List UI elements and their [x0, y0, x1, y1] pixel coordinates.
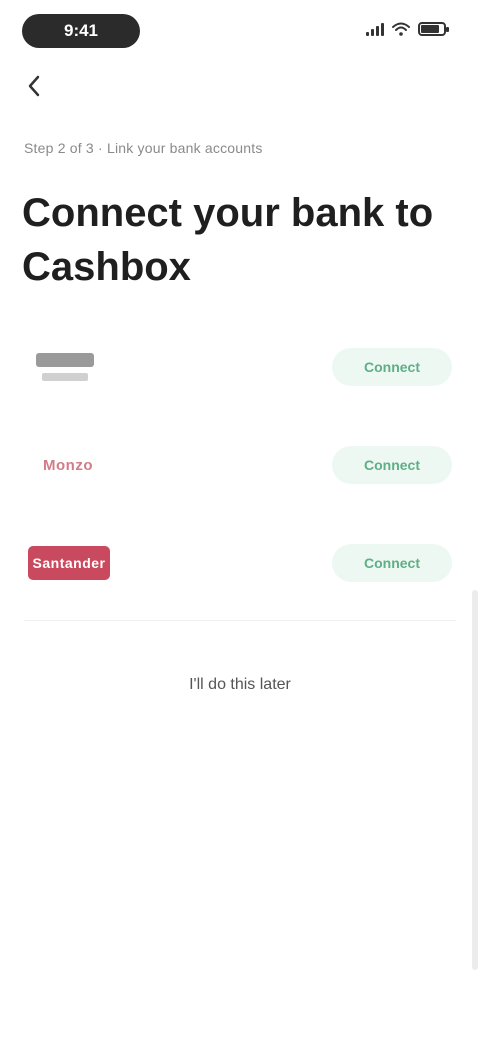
bank-logo-barclays [28, 343, 102, 391]
battery-icon [418, 22, 449, 36]
wifi-icon [392, 22, 410, 36]
step-label: Step 2 of 3 · Link your bank accounts [24, 140, 263, 156]
bank-logo-monzo: Monzo [43, 456, 93, 474]
status-bar: 9:41 [0, 0, 480, 60]
bank-list: Connect Monzo Connect Santander Connect [0, 318, 480, 612]
bank-row-barclays: Connect [0, 318, 480, 416]
status-icons [366, 22, 449, 36]
connect-button-monzo[interactable]: Connect [332, 446, 452, 484]
bank-row-santander: Santander Connect [0, 514, 480, 612]
signal-icon [366, 22, 384, 36]
page-title: Connect your bank to Cashbox [22, 191, 434, 289]
connect-bank-screen: 9:41 Step 2 of 3 · Link your bank accoun… [0, 0, 480, 1040]
bank-logo-santander: Santander [28, 546, 110, 580]
connect-button-barclays[interactable]: Connect [332, 348, 452, 386]
divider [24, 620, 456, 621]
battery-level [421, 25, 439, 33]
back-button[interactable] [18, 70, 50, 102]
scrollbar[interactable] [472, 590, 478, 970]
skip-link[interactable]: I'll do this later [130, 668, 350, 702]
bank-row-monzo: Monzo Connect [0, 416, 480, 514]
connect-button-santander[interactable]: Connect [332, 544, 452, 582]
chevron-left-icon [28, 75, 40, 97]
status-time: 9:41 [22, 14, 140, 48]
